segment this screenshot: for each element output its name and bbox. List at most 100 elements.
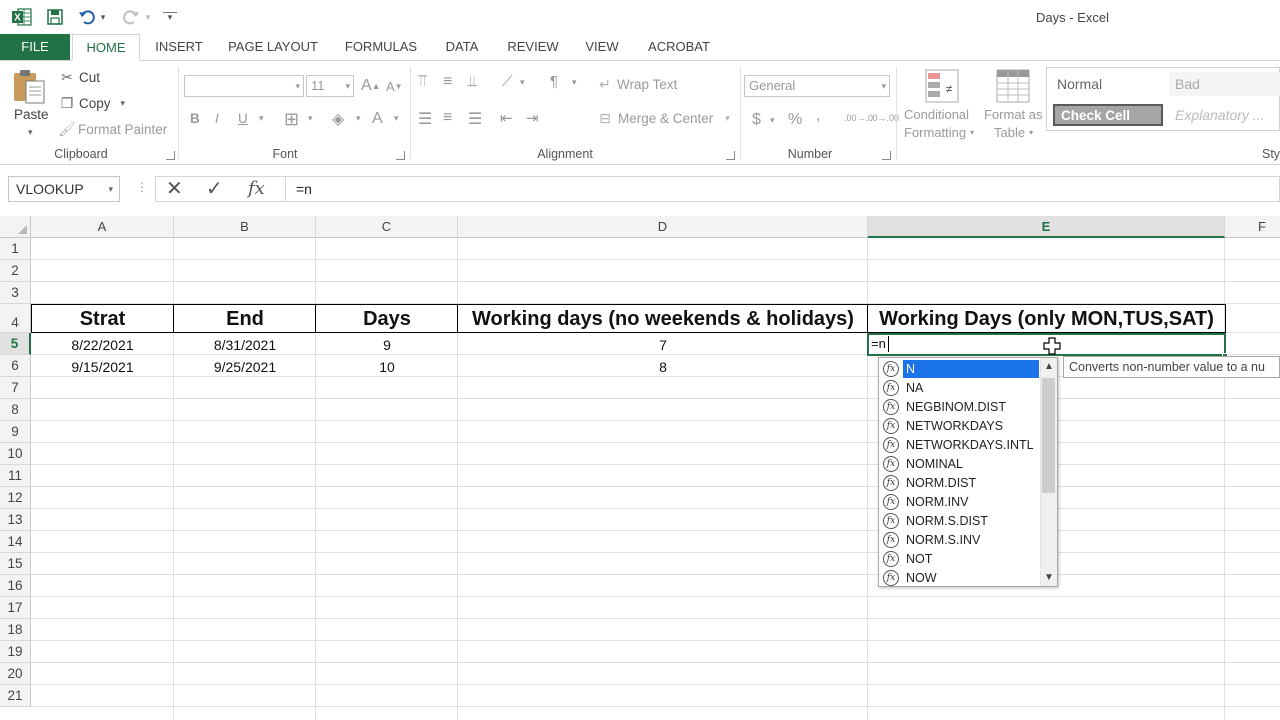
cell-a5[interactable]: 8/22/2021 — [31, 334, 174, 356]
borders-dropdown-icon[interactable]: ▾ — [308, 113, 313, 124]
column-header-e[interactable]: E — [868, 216, 1225, 238]
style-explanatory[interactable]: Explanatory ... — [1169, 103, 1280, 127]
autocomplete-item[interactable]: fx NORM.DIST — [883, 473, 1041, 492]
cell-c4[interactable]: Days — [316, 306, 458, 332]
row-header-11[interactable]: 11 — [0, 465, 31, 487]
row-header-5[interactable]: 5 — [0, 333, 31, 355]
bottom-align-icon[interactable]: ⫫ — [468, 73, 477, 91]
enter-icon[interactable]: ✓ — [206, 177, 223, 201]
worksheet-grid[interactable]: A B C D E F 1 2 3 4 5 6 7 8 9 10 11 12 13 14 15 16 17 18 1… — [0, 216, 1280, 720]
tab-home[interactable]: HOME — [72, 34, 140, 61]
cancel-icon[interactable]: ✕ — [166, 177, 183, 201]
italic-button[interactable]: I — [215, 111, 219, 126]
clipboard-launcher-icon[interactable] — [166, 151, 175, 160]
autocomplete-item[interactable]: fx NOT — [883, 549, 1041, 568]
align-center-icon[interactable]: ≡ — [443, 109, 452, 127]
save-icon[interactable] — [44, 7, 66, 27]
autocomplete-item[interactable]: fx NORM.INV — [883, 492, 1041, 511]
row-header-21[interactable]: 21 — [0, 685, 31, 707]
format-painter-button[interactable]: 🖌 Format Painter — [58, 121, 167, 138]
middle-align-icon[interactable]: ≡ — [443, 73, 452, 91]
number-launcher-icon[interactable] — [882, 151, 891, 160]
tab-file[interactable]: FILE — [0, 34, 70, 61]
style-bad[interactable]: Bad — [1169, 72, 1280, 96]
merge-center-button[interactable]: ⊟ Merge & Center ▾ — [596, 110, 730, 127]
autocomplete-item[interactable]: fx NOW — [883, 568, 1041, 587]
font-launcher-icon[interactable] — [396, 151, 405, 160]
row-header-15[interactable]: 15 — [0, 553, 31, 575]
column-header-f[interactable]: F — [1225, 216, 1280, 238]
row-header-4[interactable]: 4 — [0, 304, 31, 333]
cell-d4[interactable]: Working days (no weekends & holidays) — [458, 306, 868, 332]
decrease-decimal-button[interactable]: .0→.00 — [870, 113, 899, 123]
percent-button[interactable]: % — [788, 111, 802, 129]
row-header-17[interactable]: 17 — [0, 597, 31, 619]
align-left-icon[interactable]: ☰ — [418, 109, 432, 129]
cell-c5[interactable]: 9 — [316, 334, 458, 356]
autocomplete-item[interactable]: fx NORM.S.DIST — [883, 511, 1041, 530]
cell-b6[interactable]: 9/25/2021 — [174, 356, 316, 378]
font-color-dropdown-icon[interactable]: ▾ — [394, 113, 399, 124]
row-header-18[interactable]: 18 — [0, 619, 31, 641]
cell-d6[interactable]: 8 — [458, 356, 868, 378]
increase-indent-icon[interactable]: ⇥ — [526, 109, 539, 127]
autocomplete-item[interactable]: fx N — [883, 359, 1041, 378]
row-header-2[interactable]: 2 — [0, 260, 31, 282]
text-direction-icon[interactable]: ¶ — [550, 73, 558, 90]
orientation-dropdown-icon[interactable]: ▾ — [520, 77, 525, 88]
currency-button[interactable]: $ — [752, 111, 761, 129]
decrease-indent-icon[interactable]: ⇤ — [500, 109, 513, 127]
font-size-input[interactable]: 11 ▾ — [306, 75, 354, 97]
column-header-d[interactable]: D — [458, 216, 868, 238]
borders-icon[interactable]: ⊞ — [284, 109, 299, 130]
select-all-corner[interactable] — [0, 216, 31, 238]
tab-acrobat[interactable]: ACROBAT — [640, 34, 718, 61]
text-direction-dropdown-icon[interactable]: ▾ — [572, 77, 577, 88]
format-as-table-label-1[interactable]: Format as — [984, 107, 1043, 122]
undo-icon[interactable] — [76, 7, 98, 27]
row-header-8[interactable]: 8 — [0, 399, 31, 421]
tab-formulas[interactable]: FORMULAS — [338, 34, 424, 61]
font-name-input[interactable]: ▾ — [184, 75, 304, 97]
cell-c6[interactable]: 10 — [316, 356, 458, 378]
copy-dropdown-icon[interactable]: ▾ — [121, 98, 126, 109]
function-autocomplete-list[interactable]: fx Nfx NA fx NEGBINOM.DIST fx NETWORKDAYS fx NET… — [878, 357, 1058, 587]
merge-dropdown-icon[interactable]: ▾ — [725, 113, 730, 124]
column-header-a[interactable]: A — [31, 216, 174, 238]
row-header-7[interactable]: 7 — [0, 377, 31, 399]
formula-input[interactable]: =n — [285, 176, 1280, 202]
tab-view[interactable]: VIEW — [578, 34, 626, 61]
customize-qat-icon[interactable]: ▾ — [163, 12, 177, 22]
paste-dropdown-icon[interactable]: ▾ — [28, 127, 33, 138]
row-header-19[interactable]: 19 — [0, 641, 31, 663]
scroll-thumb[interactable] — [1042, 378, 1055, 493]
conditional-formatting-icon[interactable]: ≠ — [925, 69, 959, 103]
tab-data[interactable]: DATA — [438, 34, 486, 61]
row-header-12[interactable]: 12 — [0, 487, 31, 509]
cell-b5[interactable]: 8/31/2021 — [174, 334, 316, 356]
cell-a6[interactable]: 9/15/2021 — [31, 356, 174, 378]
top-align-icon[interactable]: ⫪ — [418, 73, 427, 91]
grow-font-button[interactable]: A ▲ — [361, 77, 381, 95]
style-check-cell[interactable]: Check Cell — [1053, 104, 1163, 126]
row-header-1[interactable]: 1 — [0, 238, 31, 260]
row-header-9[interactable]: 9 — [0, 421, 31, 443]
autocomplete-item[interactable]: fx NETWORKDAYS — [883, 416, 1041, 435]
cell-a4[interactable]: Strat — [31, 306, 174, 332]
scroll-up-icon[interactable]: ▲ — [1044, 361, 1054, 372]
row-header-14[interactable]: 14 — [0, 531, 31, 553]
autocomplete-item[interactable]: fx NOMINAL — [883, 454, 1041, 473]
autocomplete-scrollbar[interactable]: ▲ ▼ — [1040, 358, 1057, 586]
row-header-16[interactable]: 16 — [0, 575, 31, 597]
autocomplete-item[interactable]: fx NA — [883, 378, 1041, 397]
currency-dropdown-icon[interactable]: ▾ — [770, 115, 775, 126]
row-header-3[interactable]: 3 — [0, 282, 31, 304]
name-box[interactable]: VLOOKUP ▾ — [8, 176, 120, 202]
cut-button[interactable]: ✂ Cut — [58, 69, 100, 86]
column-header-b[interactable]: B — [174, 216, 316, 238]
orientation-icon[interactable]: ⟋ — [502, 73, 513, 90]
shrink-font-button[interactable]: A ▼ — [386, 79, 403, 94]
style-normal[interactable]: Normal — [1051, 72, 1163, 96]
underline-dropdown-icon[interactable]: ▾ — [259, 113, 264, 124]
scroll-down-icon[interactable]: ▼ — [1044, 572, 1054, 583]
